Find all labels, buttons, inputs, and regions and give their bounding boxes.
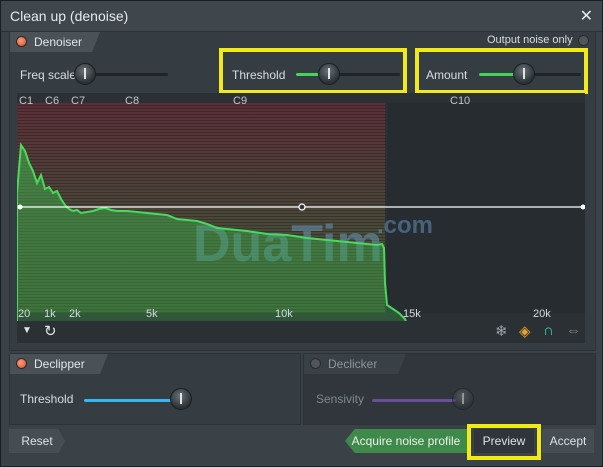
acquire-noise-profile-button[interactable]: Acquire noise profile: [345, 429, 467, 453]
note-label-c10: C10: [450, 95, 471, 107]
dropdown-icon[interactable]: ▼: [22, 325, 32, 336]
declicker-sensivity-track[interactable]: [372, 399, 456, 402]
arrows-icon[interactable]: ⇔: [566, 322, 581, 339]
declipper-threshold-track[interactable]: [84, 399, 176, 402]
declicker-title: Declicker: [328, 357, 378, 371]
note-label-c1: C1: [19, 95, 34, 107]
accept-button[interactable]: Accept: [542, 429, 594, 453]
freq-label-20k: 20k: [533, 308, 551, 320]
denoiser-header[interactable]: Denoiser: [10, 32, 100, 52]
output-noise-only-toggle[interactable]: [578, 35, 589, 46]
declicker-toggle-led[interactable]: [310, 358, 321, 369]
threshold-line-handle: [298, 203, 306, 211]
denoise-window: Clean up (denoise) ✕ Denoiser Output noi…: [0, 0, 603, 467]
freq-scale-label: Freq scale: [20, 68, 77, 82]
preview-highlight-box: [467, 424, 541, 460]
freq-label-5k: 5k: [146, 308, 158, 320]
freq-label-10k: 10k: [275, 308, 293, 320]
declicker-header[interactable]: Declicker: [304, 354, 406, 374]
note-label-c9: C9: [233, 95, 248, 107]
freq-scale-knob[interactable]: [74, 63, 96, 85]
freq-scale-track[interactable]: [88, 73, 168, 76]
spectrum-toolbar: ▼ ↻ ❄ ◈ ∩ ⇔: [17, 321, 585, 343]
threshold-highlight-box: [219, 48, 407, 94]
declipper-header[interactable]: Declipper: [10, 354, 108, 374]
note-label-c8: C8: [125, 95, 140, 107]
declipper-threshold-knob[interactable]: [170, 388, 192, 410]
refresh-icon[interactable]: ↻: [44, 322, 57, 340]
watermark-suffix: .com: [377, 212, 433, 239]
note-label-c7: C7: [71, 95, 86, 107]
denoiser-toggle-led[interactable]: [16, 36, 27, 47]
freq-label-15k: 15k: [403, 308, 421, 320]
title-bar: Clean up (denoise) ✕: [1, 1, 602, 32]
reset-button[interactable]: Reset: [9, 429, 65, 453]
declipper-threshold-label: Threshold: [20, 392, 74, 406]
snowflake-icon[interactable]: ❄: [495, 322, 508, 340]
amount-highlight-box: [415, 48, 588, 94]
close-icon[interactable]: ✕: [580, 6, 593, 26]
declicker-sensivity-knob[interactable]: [452, 388, 474, 410]
declipper-title: Declipper: [34, 357, 85, 371]
declipper-panel: Declipper Threshold: [9, 353, 301, 425]
spectrum-graph: DuaTim .com: [17, 93, 585, 324]
window-title: Clean up (denoise): [10, 8, 129, 24]
declicker-sensivity-label: Sensivity: [316, 392, 365, 406]
freq-label-1k: 1k: [44, 308, 56, 320]
declicker-panel: Declicker Sensivity: [303, 353, 596, 425]
denoiser-title: Denoiser: [34, 35, 83, 49]
freq-label-2k: 2k: [69, 308, 81, 320]
magnet-icon[interactable]: ∩: [543, 322, 554, 339]
freq-label-20: 20: [18, 308, 31, 320]
output-noise-only-label: Output noise only: [487, 34, 573, 46]
spectrum-display[interactable]: DuaTim .com C1 C6 C7 C8 C9 C10 20 1k 2k …: [17, 93, 585, 324]
declipper-toggle-led[interactable]: [16, 358, 27, 369]
tag-icon[interactable]: ◈: [519, 322, 531, 340]
note-label-c6: C6: [45, 95, 60, 107]
